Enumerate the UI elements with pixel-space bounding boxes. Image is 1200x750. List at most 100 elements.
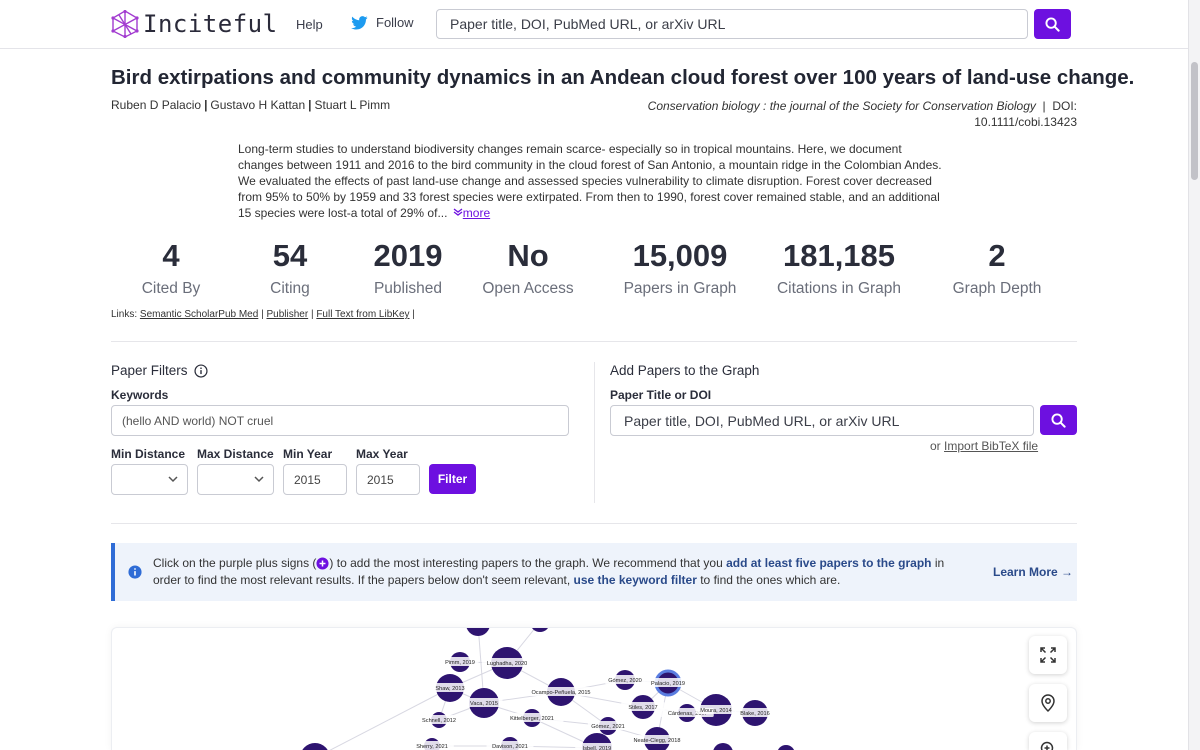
stat-published: 2019 Published <box>358 236 458 298</box>
search-icon <box>1045 16 1060 32</box>
stat-value: 15,009 <box>632 238 728 273</box>
stat-value: 181,185 <box>782 238 896 273</box>
info-icon[interactable] <box>193 363 208 378</box>
center-graph-button[interactable] <box>1029 684 1067 722</box>
graph-node-label: Lughadha, 2020 <box>487 661 527 667</box>
scrollbar-thumb[interactable] <box>1191 62 1198 180</box>
graph-node-label: Gómez, 2021 <box>591 724 625 730</box>
graph-node-label: Palacio, 2019 <box>651 681 685 687</box>
graph-node-label: Neate-Clegg, 2018 <box>634 738 681 744</box>
stat-graph-depth: 2 Graph Depth <box>942 236 1052 298</box>
page-scrollbar[interactable] <box>1188 0 1200 750</box>
nav-help-link[interactable]: Help <box>296 17 323 32</box>
min-year-input[interactable]: 2015 <box>283 464 347 495</box>
graph-node[interactable] <box>300 743 330 750</box>
stat-value: 2019 <box>373 238 443 273</box>
expand-icon <box>1040 647 1056 663</box>
graph-node-label: Vaca, 2015 <box>470 701 498 707</box>
stat-label: Graph Depth <box>952 280 1042 297</box>
graph-node-label: Davison, 2021 <box>492 744 528 750</box>
max-distance-select[interactable] <box>197 464 274 495</box>
max-year-label: Max Year <box>356 447 408 461</box>
search-icon <box>1051 412 1066 428</box>
import-bibtex-link[interactable]: Import BibTeX file <box>944 439 1038 453</box>
logo[interactable]: Inciteful <box>111 10 278 38</box>
add-paper-input[interactable]: Paper title, DOI, PubMed URL, or arXiv U… <box>610 405 1034 436</box>
citation-graph[interactable]: Pimm, 2019 Lughadha, 2020 Shaw, 2013 Vaca, … <box>111 627 1077 750</box>
stat-citing: 54 Citing <box>245 236 335 298</box>
abstract-text: Long-term studies to understand biodiver… <box>238 142 942 220</box>
links-prefix: Links: <box>111 309 138 320</box>
min-year-label: Min Year <box>283 447 333 461</box>
stat-label: Citations in Graph <box>776 280 902 297</box>
filter-button[interactable]: Filter <box>429 464 476 494</box>
graph-node-label: Pimm, 2019 <box>445 660 475 666</box>
add-paper-search-button[interactable] <box>1040 405 1077 435</box>
stat-value: 2 <box>988 238 1006 273</box>
stat-label: Open Access <box>482 280 574 297</box>
info-banner: Click on the purple plus signs () to add… <box>111 543 1077 601</box>
stat-papers-in-graph: 15,009 Papers in Graph <box>614 236 746 298</box>
chevron-down-icon <box>254 476 264 483</box>
paper-title: Bird extirpations and community dynamics… <box>111 66 1135 89</box>
import-bibtex: or Import BibTeX file <box>930 439 1038 453</box>
author-link[interactable]: Gustavo H Kattan <box>210 98 305 112</box>
graph-node[interactable] <box>777 745 795 750</box>
chevron-down-icon <box>168 476 178 483</box>
vertical-divider <box>594 362 595 503</box>
plus-circle-icon <box>316 557 329 570</box>
info-icon <box>128 565 142 579</box>
graph-canvas[interactable]: Pimm, 2019 Lughadha, 2020 Shaw, 2013 Vaca, … <box>112 628 1077 750</box>
graph-node-label: Kittelberger, 2021 <box>510 716 554 722</box>
zoom-in-button[interactable] <box>1029 732 1067 750</box>
nav-follow-label: Follow <box>376 15 414 30</box>
link-pubmed[interactable]: Pub Med <box>218 309 258 320</box>
header-search-button[interactable] <box>1034 9 1071 39</box>
abstract: Long-term studies to understand biodiver… <box>238 141 950 221</box>
graph-node-label: Stiles, 2017 <box>628 705 657 711</box>
min-distance-label: Min Distance <box>111 447 186 461</box>
graph-node-label: Isbell, 2019 <box>583 746 612 750</box>
link-publisher[interactable]: Publisher <box>266 309 308 320</box>
paper-title-doi-label: Paper Title or DOI <box>610 388 712 402</box>
graph-node[interactable] <box>713 743 733 750</box>
doi-value: 10.1111/cobi.13423 <box>974 115 1077 129</box>
link-full-text[interactable]: Full Text from LibKey <box>316 309 409 320</box>
graph-node-label: Blake, 2016 <box>740 711 770 717</box>
author-link[interactable]: Stuart L Pimm <box>315 98 391 112</box>
nav-follow-link[interactable]: Follow <box>351 15 414 30</box>
more-link[interactable]: more <box>453 206 490 220</box>
min-distance-select[interactable] <box>111 464 188 495</box>
learn-more-link[interactable]: Learn More → <box>993 565 1073 579</box>
stat-value: 4 <box>162 238 180 273</box>
top-nav-bar: Inciteful Help Follow <box>0 0 1188 49</box>
header-search-input[interactable] <box>436 9 1028 39</box>
max-year-input[interactable]: 2015 <box>356 464 420 495</box>
stat-cited-by: 4 Cited By <box>126 236 216 298</box>
divider <box>111 523 1077 524</box>
twitter-icon <box>351 15 368 30</box>
stat-label: Citing <box>270 280 310 297</box>
author-list: Ruben D Palacio | Gustavo H Kattan | Stuart … <box>111 98 391 112</box>
divider <box>111 341 1077 342</box>
keywords-input[interactable]: (hello AND world) NOT cruel <box>111 405 569 436</box>
graph-node-label: Shaw, 2013 <box>435 686 464 692</box>
stat-label: Published <box>373 280 443 297</box>
graph-node-label: Gómez, 2020 <box>608 678 642 684</box>
stat-open-access: No Open Access <box>473 236 583 298</box>
graph-node[interactable] <box>466 628 490 636</box>
fullscreen-button[interactable] <box>1029 636 1067 674</box>
banner-text: Click on the purple plus signs () to add… <box>153 556 945 587</box>
or-text: or <box>930 439 941 453</box>
paper-filters-heading: Paper Filters <box>111 363 208 378</box>
chevron-double-down-icon <box>453 208 463 216</box>
graph-node-label: Schnell, 2012 <box>422 718 456 724</box>
external-links: Links: Semantic ScholarPub Med | Publish… <box>111 309 415 320</box>
link-semantic-scholar[interactable]: Semantic Scholar <box>140 309 218 320</box>
keywords-label: Keywords <box>111 388 169 402</box>
paper-filters-title: Paper Filters <box>111 363 188 378</box>
author-link[interactable]: Ruben D Palacio <box>111 98 201 112</box>
max-distance-label: Max Distance <box>197 447 274 461</box>
location-pin-icon <box>1041 694 1055 712</box>
graph-node-label: Ocampo-Peñuela, 2015 <box>531 690 590 696</box>
